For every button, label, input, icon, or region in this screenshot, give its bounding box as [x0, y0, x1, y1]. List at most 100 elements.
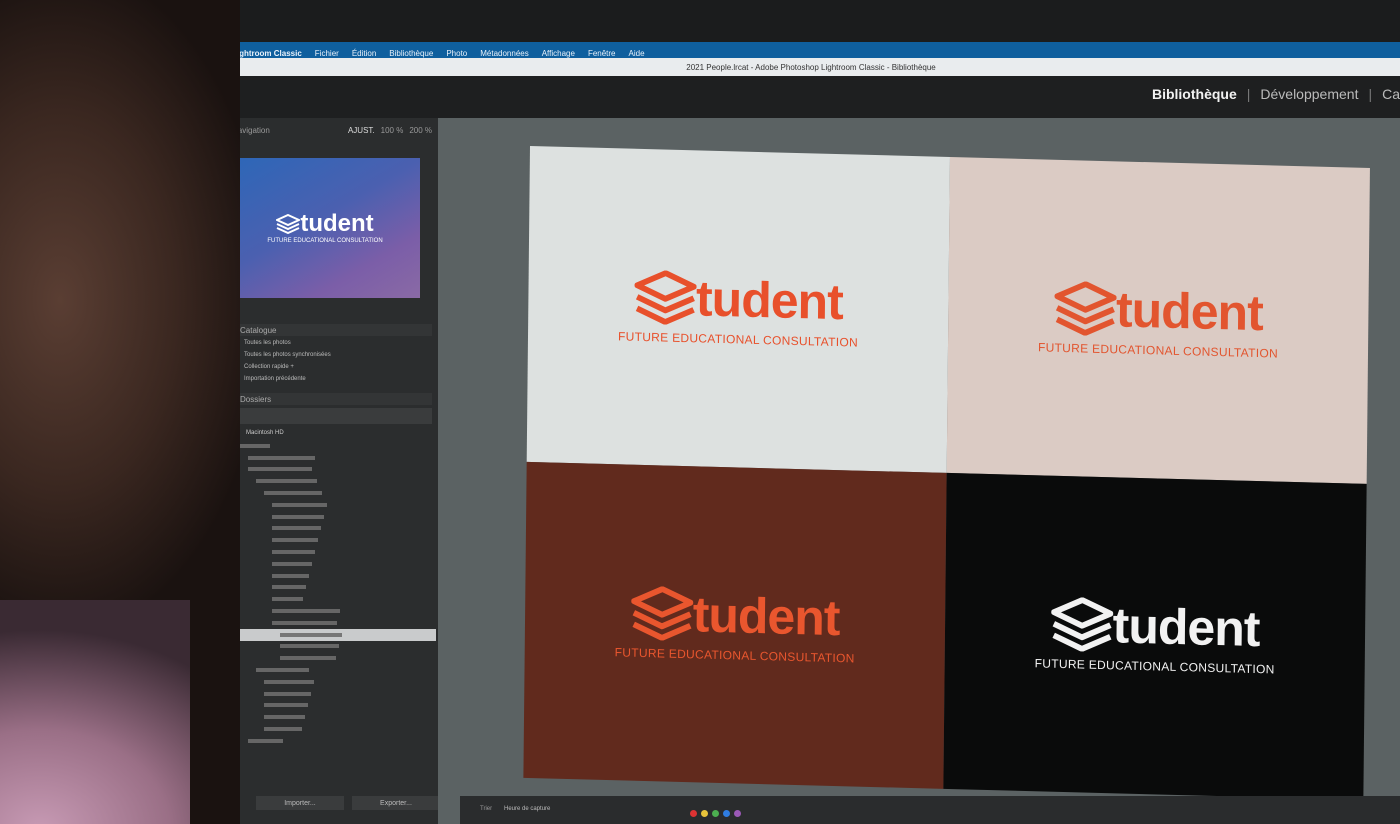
folder-icon	[248, 467, 312, 472]
folder-row[interactable]	[240, 723, 436, 735]
student-logo: tudent	[1050, 597, 1260, 658]
folder-icon	[272, 573, 309, 578]
menu-metadonnees[interactable]: Métadonnées	[480, 49, 528, 58]
logo-tagline: FUTURE EDUCATIONAL CONSULTATION	[1034, 656, 1275, 677]
zoom-fit-option[interactable]: AJUST.	[348, 126, 375, 140]
folders-title: Dossiers	[240, 394, 272, 404]
navigator-header: Navigation AJUST. 100 % 200 %	[232, 126, 432, 140]
folder-row[interactable]	[240, 664, 436, 676]
folder-row[interactable]	[240, 534, 436, 546]
catalog-row[interactable]: Collection rapide +	[244, 364, 424, 375]
window-titlebar: 2021 People.lrcat - Adobe Photoshop Ligh…	[222, 58, 1400, 76]
variant-cell-maroon: tudent FUTURE EDUCATIONAL CONSULTATION	[523, 461, 947, 789]
logo-variants-image[interactable]: tudent FUTURE EDUCATIONAL CONSULTATION tu…	[523, 146, 1370, 800]
folder-row[interactable]	[240, 628, 436, 641]
folder-row[interactable]	[240, 475, 436, 487]
color-label-dot[interactable]	[712, 810, 719, 817]
zoom-100-option[interactable]: 100 %	[381, 126, 404, 140]
folder-row[interactable]	[240, 487, 436, 499]
folder-row[interactable]	[240, 676, 436, 688]
folder-row[interactable]	[240, 652, 436, 664]
navigator-logo-tagline: FUTURE EDUCATIONAL CONSULTATION	[267, 238, 383, 244]
toolbar-strip: Trier Heure de capture	[460, 796, 1400, 824]
folder-row[interactable]	[240, 641, 436, 653]
folder-row[interactable]	[240, 523, 436, 535]
catalog-title: Catalogue	[240, 325, 277, 335]
variant-cell-light-grey: tudent FUTURE EDUCATIONAL CONSULTATION	[526, 146, 950, 473]
folder-icon	[272, 597, 303, 602]
folder-icon	[272, 538, 318, 543]
menu-fichier[interactable]: Fichier	[315, 49, 339, 58]
folder-icon	[280, 644, 339, 649]
menu-affichage[interactable]: Affichage	[542, 49, 575, 58]
folder-row[interactable]	[240, 511, 436, 523]
menu-aide[interactable]: Aide	[629, 49, 645, 58]
logo-tagline: FUTURE EDUCATIONAL CONSULTATION	[617, 329, 859, 350]
folder-icon	[280, 632, 342, 637]
folder-icon	[264, 727, 302, 732]
stacked-layers-icon	[630, 586, 694, 641]
import-button[interactable]: Importer...	[256, 796, 344, 810]
module-develop-tab[interactable]: Développement	[1260, 86, 1358, 102]
folder-row[interactable]	[240, 711, 436, 723]
folder-row[interactable]	[240, 582, 436, 594]
folder-row[interactable]	[240, 570, 436, 582]
import-button-label: Importer...	[284, 799, 316, 807]
folder-row[interactable]	[240, 440, 436, 452]
menu-photo[interactable]: Photo	[446, 49, 467, 58]
sort-order-select[interactable]: Heure de capture	[504, 806, 550, 812]
logo-wordmark: tudent	[1112, 597, 1260, 658]
catalog-row[interactable]: Toutes les photos	[244, 340, 424, 351]
student-logo: tudent	[1053, 281, 1263, 341]
navigator-logo-word: tudent	[300, 210, 374, 237]
folder-row[interactable]	[240, 546, 436, 558]
catalog-row[interactable]: Importation précédente	[244, 376, 424, 387]
folder-icon	[272, 609, 340, 614]
variant-cell-black: tudent FUTURE EDUCATIONAL CONSULTATION	[943, 472, 1367, 800]
folder-row[interactable]	[240, 700, 436, 712]
folder-tree	[240, 440, 436, 743]
export-button[interactable]: Exporter...	[352, 796, 440, 810]
folder-row[interactable]	[240, 558, 436, 570]
color-label-dot[interactable]	[690, 810, 697, 817]
folder-icon	[264, 703, 308, 708]
module-library-tab[interactable]: Bibliothèque	[1152, 86, 1237, 102]
folder-row[interactable]	[240, 605, 436, 617]
menu-bibliotheque[interactable]: Bibliothèque	[389, 49, 433, 58]
folders-section-header[interactable]: Dossiers	[232, 393, 432, 405]
folder-icon	[272, 585, 306, 590]
catalog-row-label: Toutes les photos synchronisées	[244, 352, 331, 358]
folder-icon	[256, 668, 309, 673]
navigator-preview[interactable]: tudent FUTURE EDUCATIONAL CONSULTATION	[230, 158, 420, 298]
folder-filter-input[interactable]	[236, 408, 432, 424]
folder-row[interactable]	[240, 735, 436, 747]
stacked-layers-icon	[634, 270, 697, 325]
logo-tagline: FUTURE EDUCATIONAL CONSULTATION	[614, 645, 855, 666]
catalog-row-label: Collection rapide +	[244, 364, 294, 370]
color-label-dot[interactable]	[701, 810, 708, 817]
menu-edition[interactable]: Édition	[352, 49, 376, 58]
folder-row[interactable]	[240, 593, 436, 605]
folder-row[interactable]	[240, 688, 436, 700]
folder-icon	[272, 550, 315, 555]
color-label-dot[interactable]	[723, 810, 730, 817]
catalog-row[interactable]: Toutes les photos synchronisées	[244, 352, 424, 363]
zoom-200-option[interactable]: 200 %	[409, 126, 432, 140]
catalog-row-label: Toutes les photos	[244, 340, 291, 346]
menu-app-name[interactable]: Lightroom Classic	[232, 49, 302, 58]
folder-row[interactable]	[240, 452, 436, 464]
module-next-tab[interactable]: Ca	[1382, 86, 1400, 102]
folder-icon	[280, 656, 336, 661]
stacked-layers-icon	[1050, 597, 1114, 652]
folder-icon	[272, 514, 324, 519]
folder-icon	[264, 679, 314, 684]
folder-row[interactable]	[240, 464, 436, 476]
folder-row[interactable]	[240, 499, 436, 511]
folder-icon	[264, 715, 305, 720]
stacked-layers-icon	[1053, 281, 1117, 336]
color-label-dot[interactable]	[734, 810, 741, 817]
catalog-section-header[interactable]: Catalogue	[232, 324, 432, 336]
window-title: 2021 People.lrcat - Adobe Photoshop Ligh…	[686, 62, 936, 72]
folder-row[interactable]	[240, 617, 436, 629]
menu-fenetre[interactable]: Fenêtre	[588, 49, 616, 58]
